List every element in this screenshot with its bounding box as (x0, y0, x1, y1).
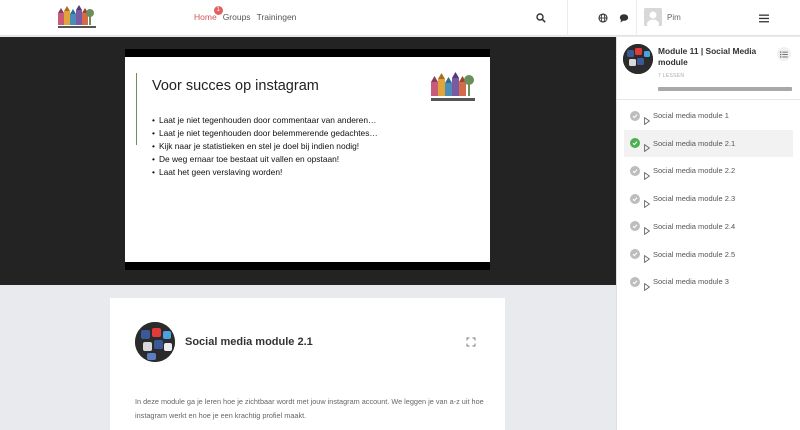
header-divider (636, 0, 637, 36)
sidebar-lesson-item[interactable]: Social media module 2.4 (624, 213, 793, 240)
play-icon (644, 139, 651, 153)
nav-groups[interactable]: Groups (223, 12, 251, 22)
sidebar-lesson-item[interactable]: Social media module 2.1 (624, 129, 793, 157)
sidebar-divider (617, 99, 800, 100)
checkmark-icon (630, 221, 640, 232)
sidebar-lesson-label: Social media module 2.4 (653, 221, 736, 231)
slide-title: Voor succes op instagram (152, 78, 319, 94)
module-title[interactable]: Module 11 | Social Media module (658, 46, 776, 68)
play-icon (644, 195, 651, 208)
main-nav: Home 1 Groups Trainingen (194, 6, 297, 22)
expand-icon[interactable] (466, 337, 476, 347)
slide-logo (431, 72, 475, 101)
menu-icon[interactable] (758, 12, 770, 24)
checkmark-icon (630, 165, 640, 176)
slide-bullet: Laat je niet tegenhouden door commentaar… (152, 114, 378, 127)
chat-icon[interactable] (618, 12, 630, 24)
slide-bullet: Laat het geen verslaving worden! (152, 166, 378, 179)
search-icon[interactable] (535, 12, 547, 24)
presentation-slide: Voor succes op instagram Laat je niet te… (125, 49, 490, 270)
slide-bullet: Kijk naar je statistieken en stel je doe… (152, 140, 378, 153)
slide-bullets: Laat je niet tegenhouden door commentaar… (152, 114, 378, 179)
nav-home-label: Home (194, 12, 217, 22)
list-icon[interactable] (777, 47, 791, 61)
lesson-description: In deze module ga je leren hoe je zichtb… (135, 397, 484, 420)
header-divider (567, 0, 568, 36)
course-sidebar: Module 11 | Social Media module 7 LESSEN… (616, 37, 800, 430)
globe-icon[interactable] (597, 12, 609, 24)
slide-bullet: De weg ernaar toe bestaat uit vallen en … (152, 153, 378, 166)
nav-trainingen[interactable]: Trainingen (257, 12, 297, 22)
sidebar-lesson-item[interactable]: Social media module 2.5 (624, 241, 793, 268)
lesson-count: 7 LESSEN (658, 73, 685, 79)
module-progress-fill (658, 87, 792, 91)
checkmark-icon (630, 138, 640, 149)
module-avatar (623, 44, 653, 74)
sidebar-lesson-item[interactable]: Social media module 1 (624, 102, 793, 129)
checkmark-icon (630, 110, 640, 121)
top-bar: Home 1 Groups Trainingen Pim (0, 0, 800, 36)
user-name[interactable]: Pim (667, 13, 681, 22)
sidebar-lesson-label: Social media module 2.5 (653, 249, 736, 259)
site-logo[interactable] (56, 5, 98, 31)
slide-bullet: Laat je niet tegenhouden door belemmeren… (152, 127, 378, 140)
lesson-title: Social media module 2.1 (185, 336, 313, 348)
module-progress-bar (658, 87, 792, 91)
slide-accent-bar (136, 73, 137, 145)
sidebar-lesson-item[interactable]: Social media module 3 (624, 268, 793, 295)
sidebar-lesson-label: Social media module 2.3 (653, 194, 736, 204)
notification-badge: 1 (213, 6, 223, 15)
sidebar-lesson-label: Social media module 1 (653, 111, 729, 120)
play-icon (644, 250, 651, 264)
play-icon (644, 167, 651, 181)
sidebar-lesson-item[interactable]: Social media module 2.3 (624, 185, 793, 212)
checkmark-icon (630, 249, 640, 259)
nav-home[interactable]: Home 1 (194, 6, 223, 22)
sidebar-lesson-label: Social media module 3 (653, 277, 729, 287)
play-icon (644, 112, 651, 125)
play-icon (644, 222, 651, 236)
lesson-avatar (135, 322, 175, 362)
checkmark-icon (630, 276, 640, 287)
sidebar-lesson-label: Social media module 2.2 (653, 166, 736, 176)
checkmark-icon (630, 193, 640, 204)
lesson-card: Social media module 2.1 In deze module g… (110, 298, 505, 430)
play-icon (644, 278, 651, 291)
video-player[interactable]: Voor succes op instagram Laat je niet te… (0, 37, 616, 285)
user-avatar[interactable] (644, 8, 662, 26)
sidebar-lesson-item[interactable]: Social media module 2.2 (624, 157, 793, 184)
sidebar-lesson-label: Social media module 2.1 (653, 138, 736, 148)
